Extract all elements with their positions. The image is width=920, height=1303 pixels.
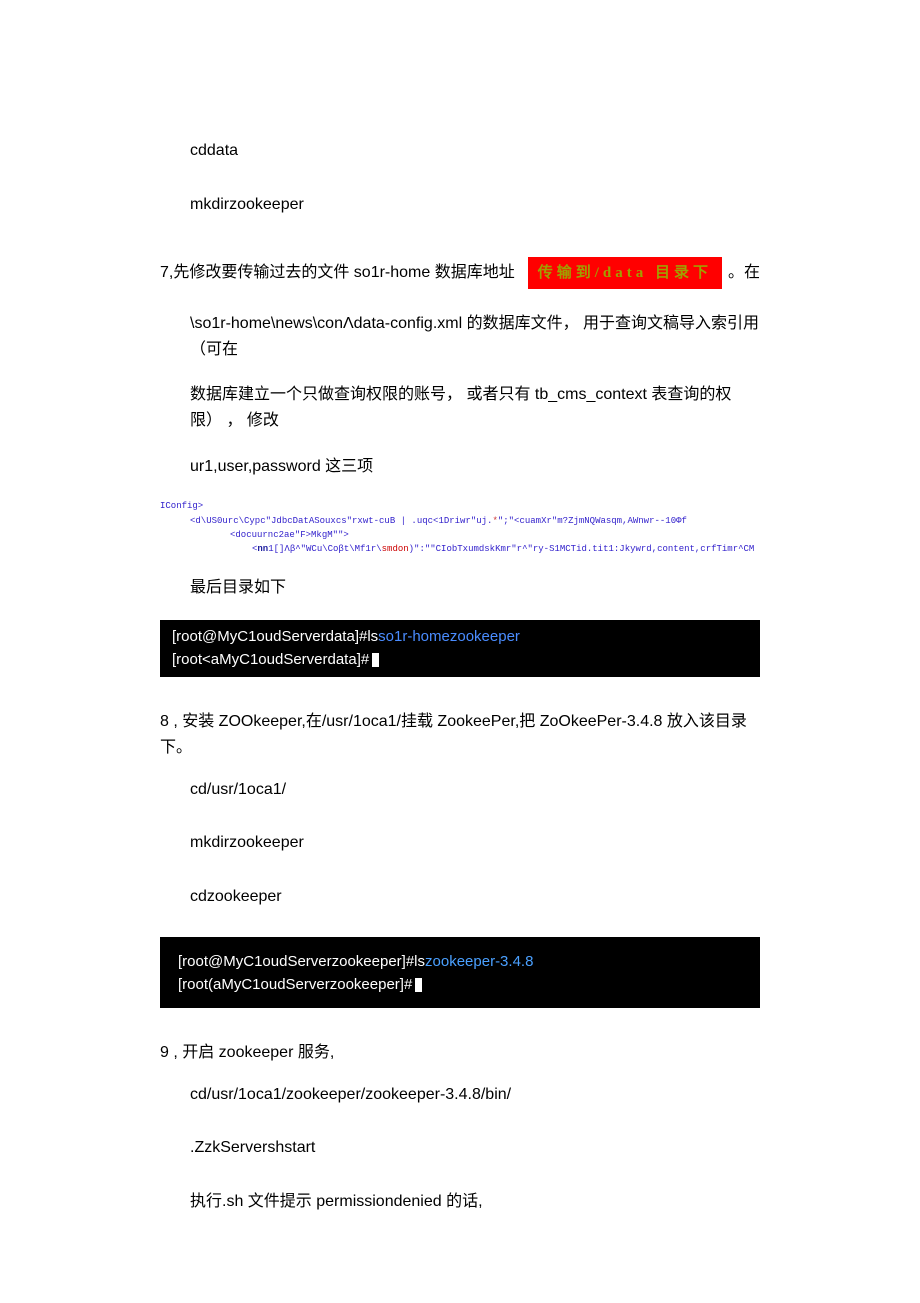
xml-line-4: <nn1[]Λβ^"WCu\Coβt\Mf1r\smdon)":""CIobTx… — [160, 542, 760, 556]
term2-line-2: [root(aMyC1oudServerzookeeper]# — [178, 974, 742, 997]
cmd-mkdir-zookeeper-1: mkdirzookeeper — [160, 192, 760, 218]
step-7-line3: 数据库建立一个只做查询权限的账号， 或者只有 tb_cms_context 表查… — [160, 382, 760, 433]
xml-config-snippet: IConfig> <d\US0urc\Cypc"JdbcDatASouxcs"r… — [160, 499, 760, 557]
step-9: 9 , 开启 zookeeper 服务, — [160, 1040, 760, 1066]
cmd-cddata: cddata — [160, 138, 760, 164]
document-page: cddata mkdirzookeeper 7,先修改要传输过去的文件 so1r… — [0, 0, 920, 1303]
step-7-row: 7,先修改要传输过去的文件 so1r-home 数据库地址 传输到/data 目… — [160, 257, 760, 289]
step-8-mkdir: mkdirzookeeper — [160, 830, 760, 856]
step-7-tail: 。在 — [728, 260, 760, 286]
step-9-note: 执行.sh 文件提示 permissiondenied 的话, — [160, 1189, 760, 1215]
final-dir-label: 最后目录如下 — [160, 575, 760, 601]
xml-line-2: <d\US0urc\Cypc"JdbcDatASouxcs"rxwt-cuB |… — [160, 514, 760, 528]
step-8-cd: cd/usr/1oca1/ — [160, 777, 760, 803]
step-7-line2: \so1r-home\news\conΛdata-config.xml 的数据库… — [160, 311, 760, 362]
step-8: 8 , 安装 ZOOkeeper,在/usr/1oca1/挂载 ZookeePe… — [160, 709, 760, 760]
step-8-cdzk: cdzookeeper — [160, 884, 760, 910]
term1-line-2: [root<aMyC1oudServerdata]# — [172, 649, 748, 672]
cursor-icon — [415, 978, 422, 992]
step-9-start: .ZzkServershstart — [160, 1135, 760, 1161]
term2-line-1: [root@MyC1oudServerzookeeper]#lszookeepe… — [178, 951, 742, 974]
xml-line-3: <docuurnc2ae"F>MkgM""> — [160, 528, 760, 542]
xml-line-1: IConfig> — [160, 499, 760, 513]
step-7-prefix: 7,先修改要传输过去的文件 so1r-home 数据库地址 — [160, 260, 515, 286]
term1-line-1: [root@MyC1oudServerdata]#lsso1r-homezook… — [172, 626, 748, 649]
cursor-icon — [372, 653, 379, 667]
terminal-block-2: [root@MyC1oudServerzookeeper]#lszookeepe… — [160, 937, 760, 1008]
red-highlight-stamp: 传输到/data 目录下 — [528, 257, 722, 289]
step-7-line4: ur1,user,password 这三项 — [160, 454, 760, 480]
step-9-cd: cd/usr/1oca1/zookeeper/zookeeper-3.4.8/b… — [160, 1082, 760, 1108]
terminal-block-1: [root@MyC1oudServerdata]#lsso1r-homezook… — [160, 620, 760, 677]
